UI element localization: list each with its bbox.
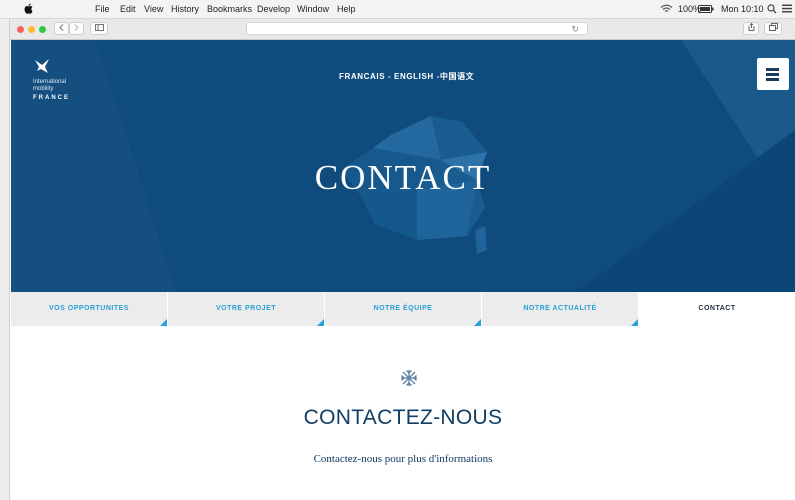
tab-contact[interactable]: CONTACT [639, 292, 795, 326]
corner-triangle-icon [631, 319, 638, 326]
corner-triangle-icon [160, 319, 167, 326]
tab-label: NOTRE ACTUALITÉ [523, 305, 597, 312]
hero-banner: International mobility FRANCE FRANCAIS -… [11, 40, 795, 292]
tab-label: NOTRE ÉQUIPE [373, 305, 433, 312]
menu-develop[interactable]: Develop [257, 4, 290, 14]
forward-button[interactable] [69, 22, 84, 35]
sidebar-button[interactable] [90, 22, 108, 35]
reload-icon[interactable]: ↻ [571, 23, 579, 35]
hamburger-menu-button[interactable] [757, 58, 789, 90]
menu-view[interactable]: View [144, 4, 163, 14]
menu-history[interactable]: History [171, 4, 199, 14]
snowflake-icon [401, 370, 417, 386]
contact-section: CONTACTEZ-NOUS Contactez-nous pour plus … [11, 326, 795, 500]
section-tabs: VOS OPPORTUNITES VOTRE PROJET NOTRE ÉQUI… [11, 292, 795, 326]
tabs-icon [768, 23, 778, 31]
spotlight-search-icon[interactable] [767, 4, 777, 14]
menu-edit[interactable]: Edit [120, 4, 136, 14]
corner-triangle-icon [474, 319, 481, 326]
site-logo[interactable]: International mobility FRANCE [33, 58, 70, 101]
menu-bar-line [766, 68, 779, 71]
section-heading: CONTACTEZ-NOUS [303, 406, 503, 429]
tab-notre-actualite[interactable]: NOTRE ACTUALITÉ [482, 292, 639, 326]
menu-clock[interactable]: Mon 10:10 [721, 4, 764, 14]
menu-bookmarks[interactable]: Bookmarks [207, 4, 252, 14]
tab-label: CONTACT [698, 305, 736, 312]
language-switcher[interactable]: FRANCAIS - ENGLISH -中国语文 [339, 71, 474, 82]
zoom-window-button[interactable] [39, 26, 46, 33]
menu-bar-line [766, 78, 779, 81]
window-edge [0, 19, 10, 500]
menu-window[interactable]: Window [297, 4, 329, 14]
battery-icon[interactable] [698, 5, 714, 13]
tab-vos-opportunites[interactable]: VOS OPPORTUNITES [11, 292, 168, 326]
menu-file[interactable]: File [95, 4, 110, 14]
close-window-button[interactable] [17, 26, 24, 33]
corner-triangle-icon [317, 319, 324, 326]
tab-votre-projet[interactable]: VOTRE PROJET [168, 292, 325, 326]
page-title: CONTACT [314, 158, 492, 197]
bird-logo-icon [35, 59, 49, 73]
notification-center-icon[interactable] [782, 4, 792, 13]
wifi-icon[interactable] [660, 4, 673, 14]
chevron-left-icon [59, 24, 64, 31]
menu-help[interactable]: Help [337, 4, 356, 14]
show-tabs-button[interactable] [764, 22, 782, 35]
logo-line-3: FRANCE [33, 95, 70, 101]
chevron-right-icon [74, 24, 79, 31]
share-icon [748, 22, 754, 31]
share-button[interactable] [743, 22, 759, 35]
logo-line-2: mobility [33, 86, 54, 92]
logo-line-1: International [33, 79, 67, 85]
tab-label: VOS OPPORTUNITES [49, 305, 129, 312]
minimize-window-button[interactable] [28, 26, 35, 33]
tab-label: VOTRE PROJET [215, 305, 277, 312]
menu-bar: File Edit View History Bookmarks Develop… [0, 0, 795, 19]
apple-icon[interactable] [24, 3, 33, 14]
back-button[interactable] [54, 22, 69, 35]
section-subheading: Contactez-nous pour plus d'informations [313, 453, 493, 465]
tab-notre-equipe[interactable]: NOTRE ÉQUIPE [325, 292, 482, 326]
sidebar-icon [94, 24, 104, 31]
browser-toolbar: ↻ [10, 19, 795, 40]
menu-bar-line [766, 73, 779, 76]
address-bar[interactable]: ↻ [246, 22, 588, 35]
